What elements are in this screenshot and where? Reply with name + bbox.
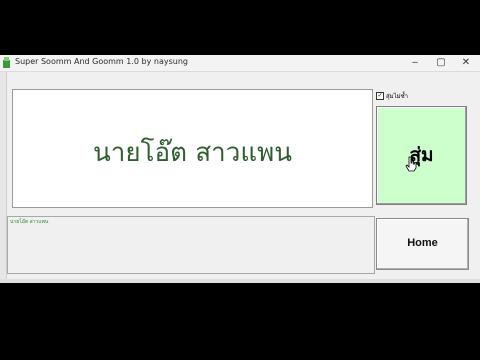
app-icon [3, 57, 10, 68]
minimize-button[interactable]: ‒ [404, 56, 426, 69]
result-name: นายโอ๊ต สาวแพน [92, 138, 293, 168]
close-button[interactable]: ✕ [455, 56, 477, 69]
history-log: นายโอ๊ต สาวแพน [7, 216, 375, 274]
random-button[interactable]: สุ่ม [376, 106, 467, 205]
no-repeat-checkbox[interactable]: ✓ [376, 92, 384, 100]
history-entry: นายโอ๊ต สาวแพน [10, 219, 49, 225]
home-button-label: Home [407, 237, 438, 249]
bottom-border [0, 279, 480, 283]
home-button[interactable]: Home [376, 218, 469, 270]
maximize-button[interactable]: ▢ [430, 56, 452, 69]
no-repeat-label: สุ่มไม่ซ้ำ [386, 93, 409, 100]
random-button-label: สุ่ม [409, 144, 434, 166]
hand-cursor-icon [405, 156, 417, 172]
result-display: นายโอ๊ต สาวแพน [12, 89, 373, 208]
left-border [0, 72, 7, 283]
window-title: Super Soomm And Goomm 1.0 by naysung [15, 57, 188, 66]
app-window: Super Soomm And Goomm 1.0 by naysung ‒ ▢… [0, 55, 480, 283]
title-bar: Super Soomm And Goomm 1.0 by naysung ‒ ▢… [0, 55, 480, 72]
